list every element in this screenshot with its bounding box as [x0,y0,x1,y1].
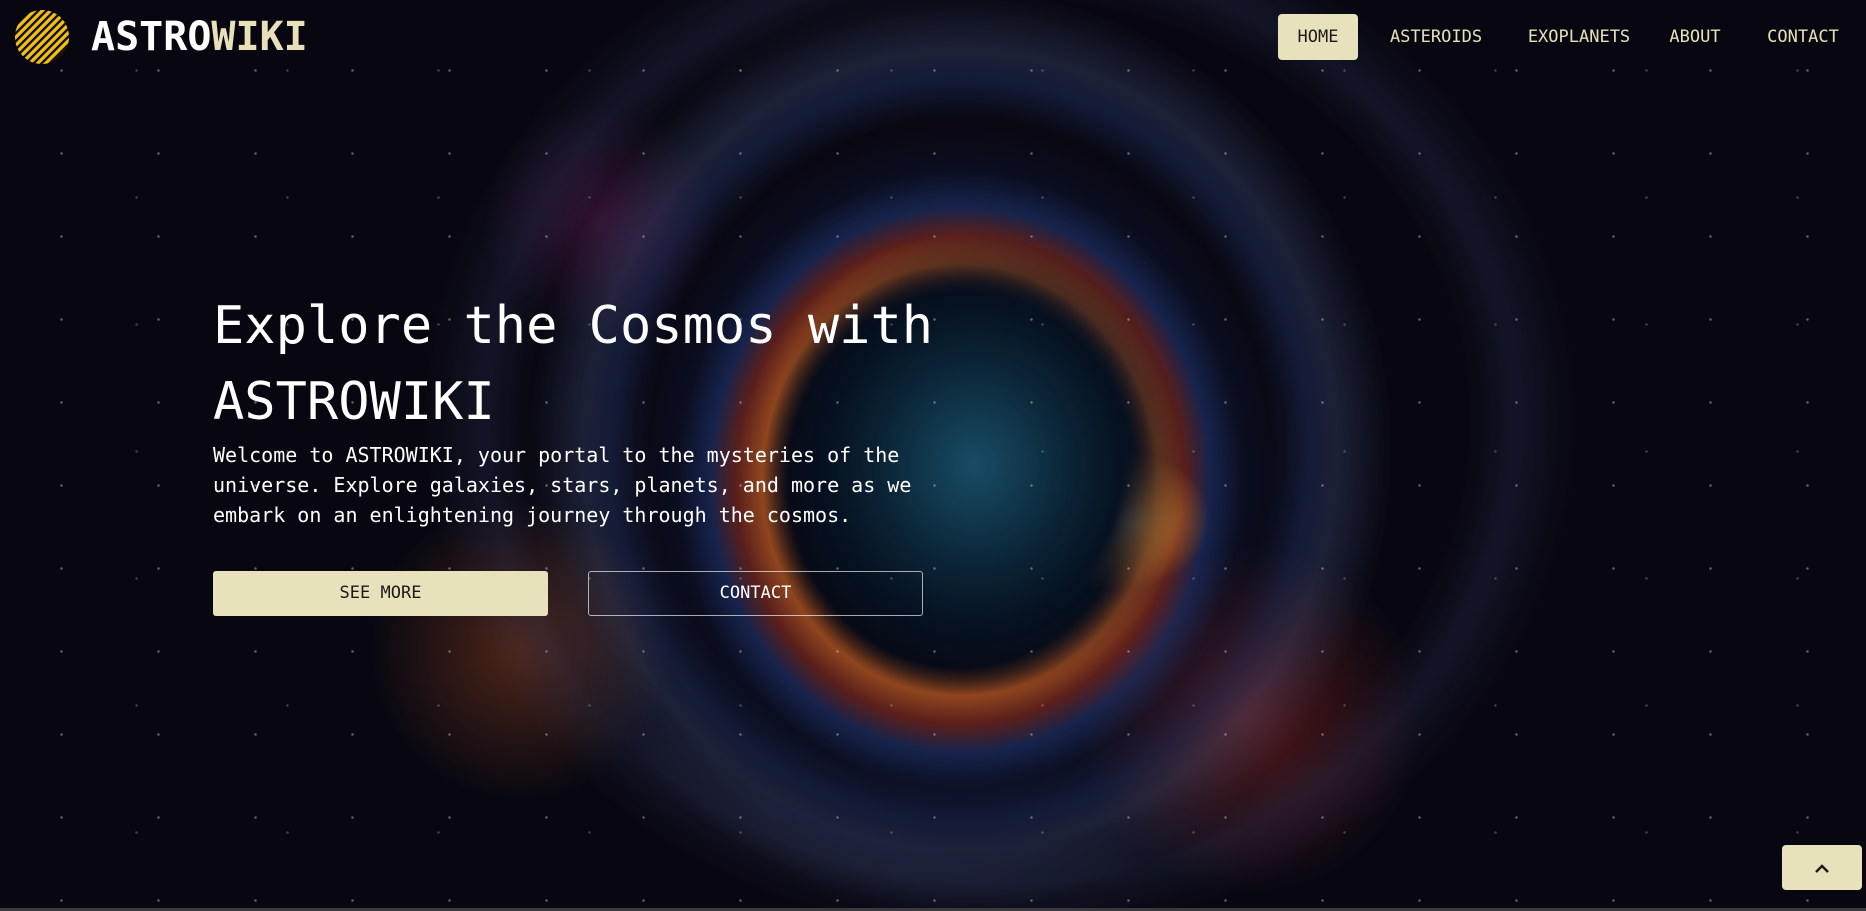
striped-moon-icon [15,10,69,64]
see-more-button[interactable]: SEE MORE [213,571,548,616]
hero-description: Welcome to ASTROWIKI, your portal to the… [213,443,912,527]
brand-logo[interactable]: ASTROWIKI [13,8,308,66]
site-header: ASTROWIKI HOME ASTEROIDS EXOPLANETS ABOU… [0,0,1866,72]
scroll-to-top-button[interactable] [1782,845,1862,890]
nav-item-exoplanets[interactable]: EXOPLANETS [1514,14,1644,60]
page: ASTROWIKI HOME ASTEROIDS EXOPLANETS ABOU… [0,0,1866,911]
brand-name-part1: ASTRO [91,14,212,60]
nav-item-contact[interactable]: CONTACT [1758,14,1848,60]
chevron-up-icon [1815,863,1829,873]
brand-name-part2: WIKI [211,14,308,60]
nav-item-about[interactable]: ABOUT [1662,14,1728,60]
brand-name: ASTROWIKI [91,17,308,57]
nav-item-asteroids[interactable]: ASTEROIDS [1376,14,1496,60]
nav-item-home[interactable]: HOME [1278,14,1358,60]
hero-title: Explore the Cosmos with ASTROWIKI [213,296,934,432]
contact-button[interactable]: CONTACT [588,571,923,616]
